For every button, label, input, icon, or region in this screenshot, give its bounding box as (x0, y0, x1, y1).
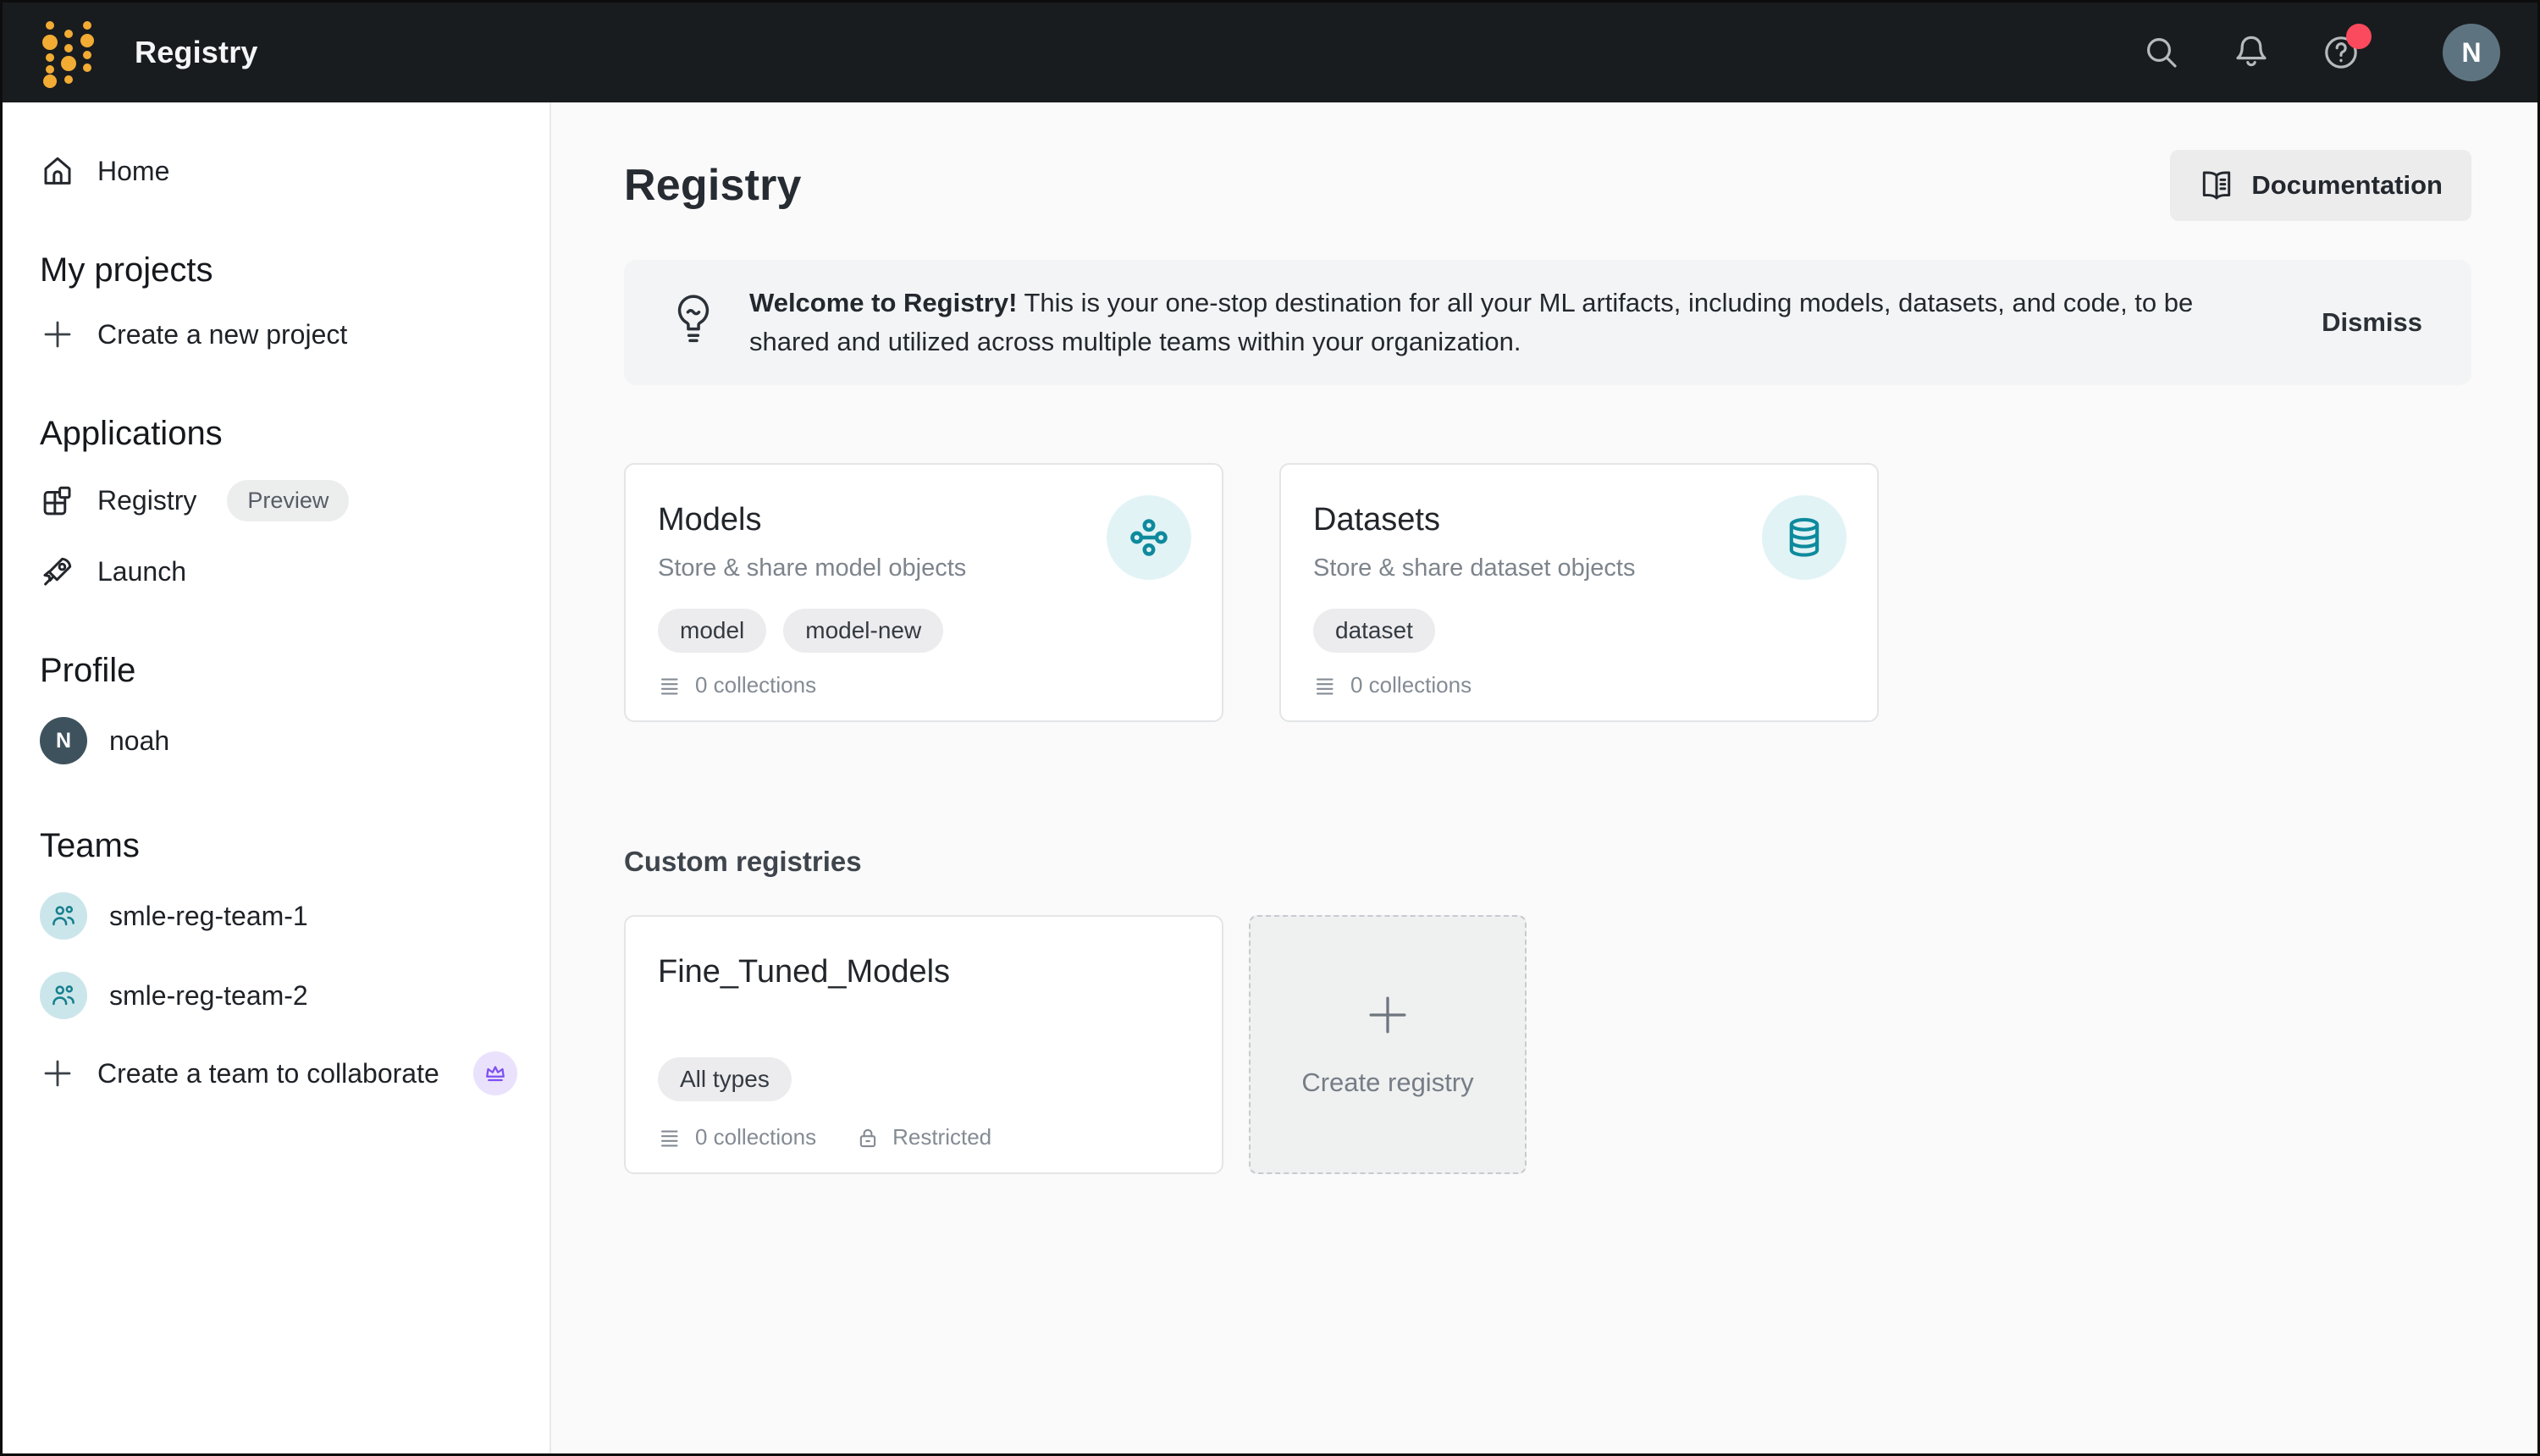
sidebar-section-teams: Teams (40, 827, 549, 865)
users-icon (46, 981, 81, 1010)
registry-grid-icon (40, 483, 75, 519)
notification-dot (2346, 24, 2372, 49)
sidebar-item-profile-noah[interactable]: N noah (40, 707, 549, 775)
collections-count: 0 collections (695, 1124, 816, 1150)
crown-icon (478, 1061, 513, 1086)
team-avatar (40, 892, 87, 940)
custom-registries-row: Fine_Tuned_Models All types 0 collection… (624, 915, 2471, 1174)
sidebar-item-home[interactable]: Home (40, 143, 549, 199)
tag: model-new (783, 609, 943, 653)
card-subtitle: Store & share model objects (658, 554, 966, 582)
collections-meta: 0 collections Restricted (658, 1124, 991, 1150)
team-avatar (40, 972, 87, 1019)
banner-bold-text: Welcome to Registry! (749, 288, 1017, 317)
rocket-icon (40, 554, 75, 589)
page-title: Registry (624, 160, 802, 211)
collections-meta: 0 collections (658, 672, 816, 698)
create-registry-label: Create registry (1301, 1067, 1473, 1098)
sidebar-section-my-projects: My projects (40, 251, 549, 290)
datasets-registry-card[interactable]: Datasets Store & share dataset objects d… (1279, 463, 1879, 722)
tag-row: All types (658, 1057, 792, 1101)
bell-icon[interactable] (2231, 32, 2272, 73)
sidebar-item-team-1[interactable]: smle-reg-team-1 (40, 882, 549, 950)
list-icon (1313, 673, 1339, 698)
sidebar: Home My projects Create a new project Ap… (3, 102, 551, 1453)
lightbulb-icon (670, 291, 717, 355)
card-title: Fine_Tuned_Models (658, 954, 950, 990)
plus-icon (40, 317, 75, 352)
list-icon (658, 1125, 683, 1150)
sidebar-item-label: noah (109, 725, 169, 757)
topbar: Registry N (3, 3, 2537, 102)
sidebar-item-label: Home (97, 156, 169, 187)
sidebar-item-team-2[interactable]: smle-reg-team-2 (40, 962, 549, 1029)
tag: dataset (1313, 609, 1435, 653)
card-title: Models (658, 502, 762, 538)
wandb-logo-icon[interactable] (41, 17, 96, 88)
sidebar-item-registry[interactable]: Registry Preview (40, 470, 549, 532)
dismiss-button[interactable]: Dismiss (2322, 307, 2422, 338)
lock-icon (855, 1125, 881, 1150)
welcome-banner: Welcome to Registry! This is your one-st… (624, 260, 2471, 385)
search-icon[interactable] (2141, 32, 2182, 73)
plus-icon (40, 1056, 75, 1091)
custom-registry-card[interactable]: Fine_Tuned_Models All types 0 collection… (624, 915, 1223, 1174)
tag: All types (658, 1057, 792, 1101)
card-subtitle: Store & share dataset objects (1313, 554, 1635, 582)
app-window: Registry N (0, 0, 2540, 1456)
book-icon (2199, 168, 2234, 203)
documentation-button[interactable]: Documentation (2170, 150, 2471, 221)
main-content: Registry Documentation (551, 102, 2537, 1453)
banner-text: Welcome to Registry! This is your one-st… (749, 284, 2262, 361)
user-avatar[interactable]: N (2443, 24, 2500, 81)
sidebar-section-profile: Profile (40, 652, 549, 690)
models-registry-card[interactable]: Models Store & share model objects model… (624, 463, 1223, 722)
database-icon (1762, 495, 1847, 580)
tag: model (658, 609, 766, 653)
collections-count: 0 collections (1350, 672, 1472, 698)
topbar-icons (2141, 32, 2361, 73)
sidebar-item-create-project[interactable]: Create a new project (40, 306, 549, 362)
preview-badge: Preview (227, 480, 349, 521)
sidebar-item-label: Create a new project (97, 319, 347, 350)
tag-row: model model-new (658, 609, 943, 653)
model-icon (1107, 495, 1191, 580)
users-icon (46, 902, 81, 930)
plus-icon (1364, 991, 1411, 1039)
collections-meta: 0 collections (1313, 672, 1472, 698)
help-icon[interactable] (2321, 32, 2361, 73)
profile-avatar: N (40, 717, 87, 764)
restricted-label: Restricted (892, 1124, 991, 1150)
sidebar-item-label: Launch (97, 556, 186, 587)
documentation-button-label: Documentation (2251, 170, 2443, 201)
sidebar-item-label: smle-reg-team-1 (109, 901, 308, 932)
home-icon (40, 153, 75, 189)
create-registry-card[interactable]: Create registry (1249, 915, 1527, 1174)
sidebar-item-label: smle-reg-team-2 (109, 980, 308, 1012)
sidebar-item-label: Create a team to collaborate (97, 1058, 439, 1089)
content-split: Home My projects Create a new project Ap… (3, 102, 2537, 1453)
sidebar-item-label: Registry (97, 485, 196, 516)
tag-row: dataset (1313, 609, 1435, 653)
card-title: Datasets (1313, 502, 1440, 538)
custom-registries-header: Custom registries (624, 846, 2471, 878)
upgrade-badge (473, 1051, 517, 1095)
sidebar-section-applications: Applications (40, 415, 549, 453)
sidebar-item-launch[interactable]: Launch (40, 543, 549, 599)
collections-count: 0 collections (695, 672, 816, 698)
sidebar-item-create-team[interactable]: Create a team to collaborate (40, 1041, 549, 1106)
list-icon (658, 673, 683, 698)
main-header: Registry Documentation (624, 150, 2471, 221)
core-registries-row: Models Store & share model objects model… (624, 463, 2471, 722)
topbar-app-title: Registry (135, 35, 258, 70)
